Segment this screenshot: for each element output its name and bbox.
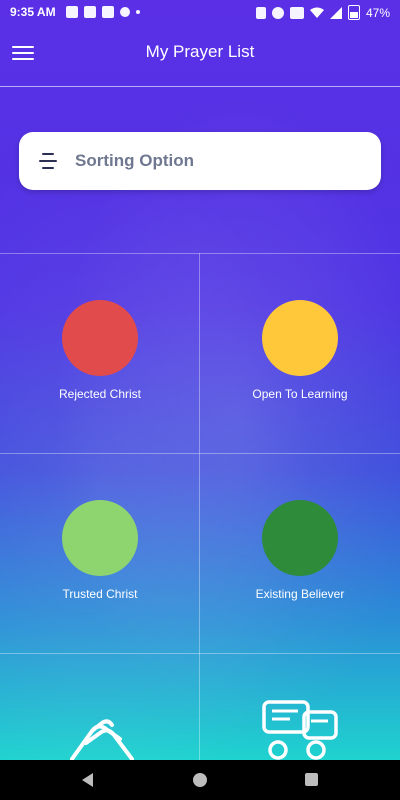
vibrate-icon: [255, 6, 266, 19]
wifi-icon: [309, 7, 324, 18]
status-circle-yellow: [262, 300, 338, 376]
battery-icon: [347, 5, 360, 20]
status-left-icons: [66, 6, 140, 18]
battery-level: 47%: [365, 5, 390, 20]
notification-icon: [66, 6, 78, 18]
status-circle-light-green: [62, 500, 138, 576]
alarm-icon: [271, 6, 284, 19]
category-label: Existing Believer: [255, 587, 345, 601]
category-label: Open To Learning: [252, 387, 348, 401]
news-icon: [102, 6, 114, 18]
category-rejected-christ[interactable]: Rejected Christ: [0, 253, 200, 453]
page-title: My Prayer List: [145, 42, 255, 61]
handshake-tile[interactable]: [0, 653, 200, 761]
sorting-option-label: Sorting Option: [75, 151, 194, 170]
header-divider: [0, 86, 400, 87]
sorting-option-button[interactable]: Sorting Option: [19, 132, 381, 190]
sort-lines-icon: [39, 153, 57, 169]
handshake-icon: [70, 719, 134, 761]
dot-icon: [136, 10, 140, 14]
volte-icon: [289, 6, 304, 19]
bottom-tiles: [0, 653, 400, 761]
category-label: Rejected Christ: [58, 387, 142, 401]
status-time: 9:35 AM: [10, 5, 56, 19]
chat-tile[interactable]: [200, 653, 400, 760]
category-trusted-christ[interactable]: Trusted Christ: [0, 453, 200, 653]
app-icon: [120, 7, 130, 17]
home-circle-icon[interactable]: [193, 773, 207, 787]
recent-square-icon[interactable]: [305, 773, 318, 786]
category-label: Trusted Christ: [62, 587, 138, 601]
status-circle-red: [62, 300, 138, 376]
chat-bubbles-icon: [262, 700, 338, 760]
system-nav-bar: [0, 760, 400, 800]
signal-icon: [329, 6, 342, 19]
app-bar: My Prayer List: [0, 26, 400, 86]
back-triangle-icon[interactable]: [82, 773, 93, 787]
status-circle-dark-green: [262, 500, 338, 576]
status-bar: 9:35 AM 47%: [0, 0, 400, 26]
category-existing-believer[interactable]: Existing Believer: [200, 453, 400, 653]
status-right-icons: 47%: [255, 5, 390, 20]
vpn-icon: [84, 6, 96, 18]
category-open-to-learning[interactable]: Open To Learning: [200, 253, 400, 453]
